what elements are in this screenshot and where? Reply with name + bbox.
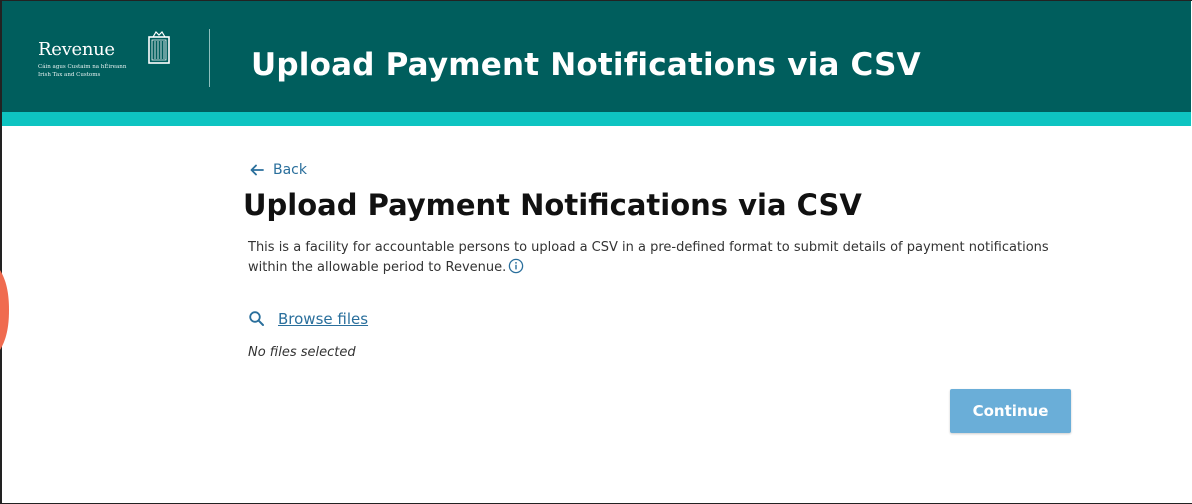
- site-header: Revenue Cáin agus Custaim na hÉireann Ir…: [2, 1, 1191, 112]
- logo-tagline-irish: Cáin agus Custaim na hÉireann: [38, 64, 127, 70]
- back-link-label: Back: [273, 162, 307, 178]
- browse-files-link[interactable]: Browse files: [278, 310, 368, 328]
- file-browse-control: Browse files: [248, 310, 368, 328]
- search-icon: [249, 311, 264, 326]
- revenue-logo[interactable]: Revenue Cáin agus Custaim na hÉireann Ir…: [38, 31, 178, 91]
- header-accent-stripe: [2, 112, 1191, 126]
- header-title: Upload Payment Notifications via CSV: [251, 47, 921, 83]
- description-text: This is a facility for accountable perso…: [248, 240, 1049, 275]
- edge-decoration: [0, 270, 9, 350]
- logo-tagline-english: Irish Tax and Customs: [38, 72, 101, 78]
- arrow-left-icon: [250, 164, 264, 176]
- page-description: This is a facility for accountable perso…: [248, 238, 1078, 278]
- continue-button[interactable]: Continue: [950, 389, 1071, 433]
- back-link[interactable]: Back: [250, 162, 307, 178]
- file-selection-status: No files selected: [248, 345, 356, 360]
- harp-icon: [148, 31, 170, 64]
- logo-wordmark: Revenue: [38, 39, 115, 60]
- header-divider: [209, 29, 210, 87]
- page-title: Upload Payment Notifications via CSV: [243, 188, 862, 222]
- info-icon[interactable]: [508, 258, 524, 274]
